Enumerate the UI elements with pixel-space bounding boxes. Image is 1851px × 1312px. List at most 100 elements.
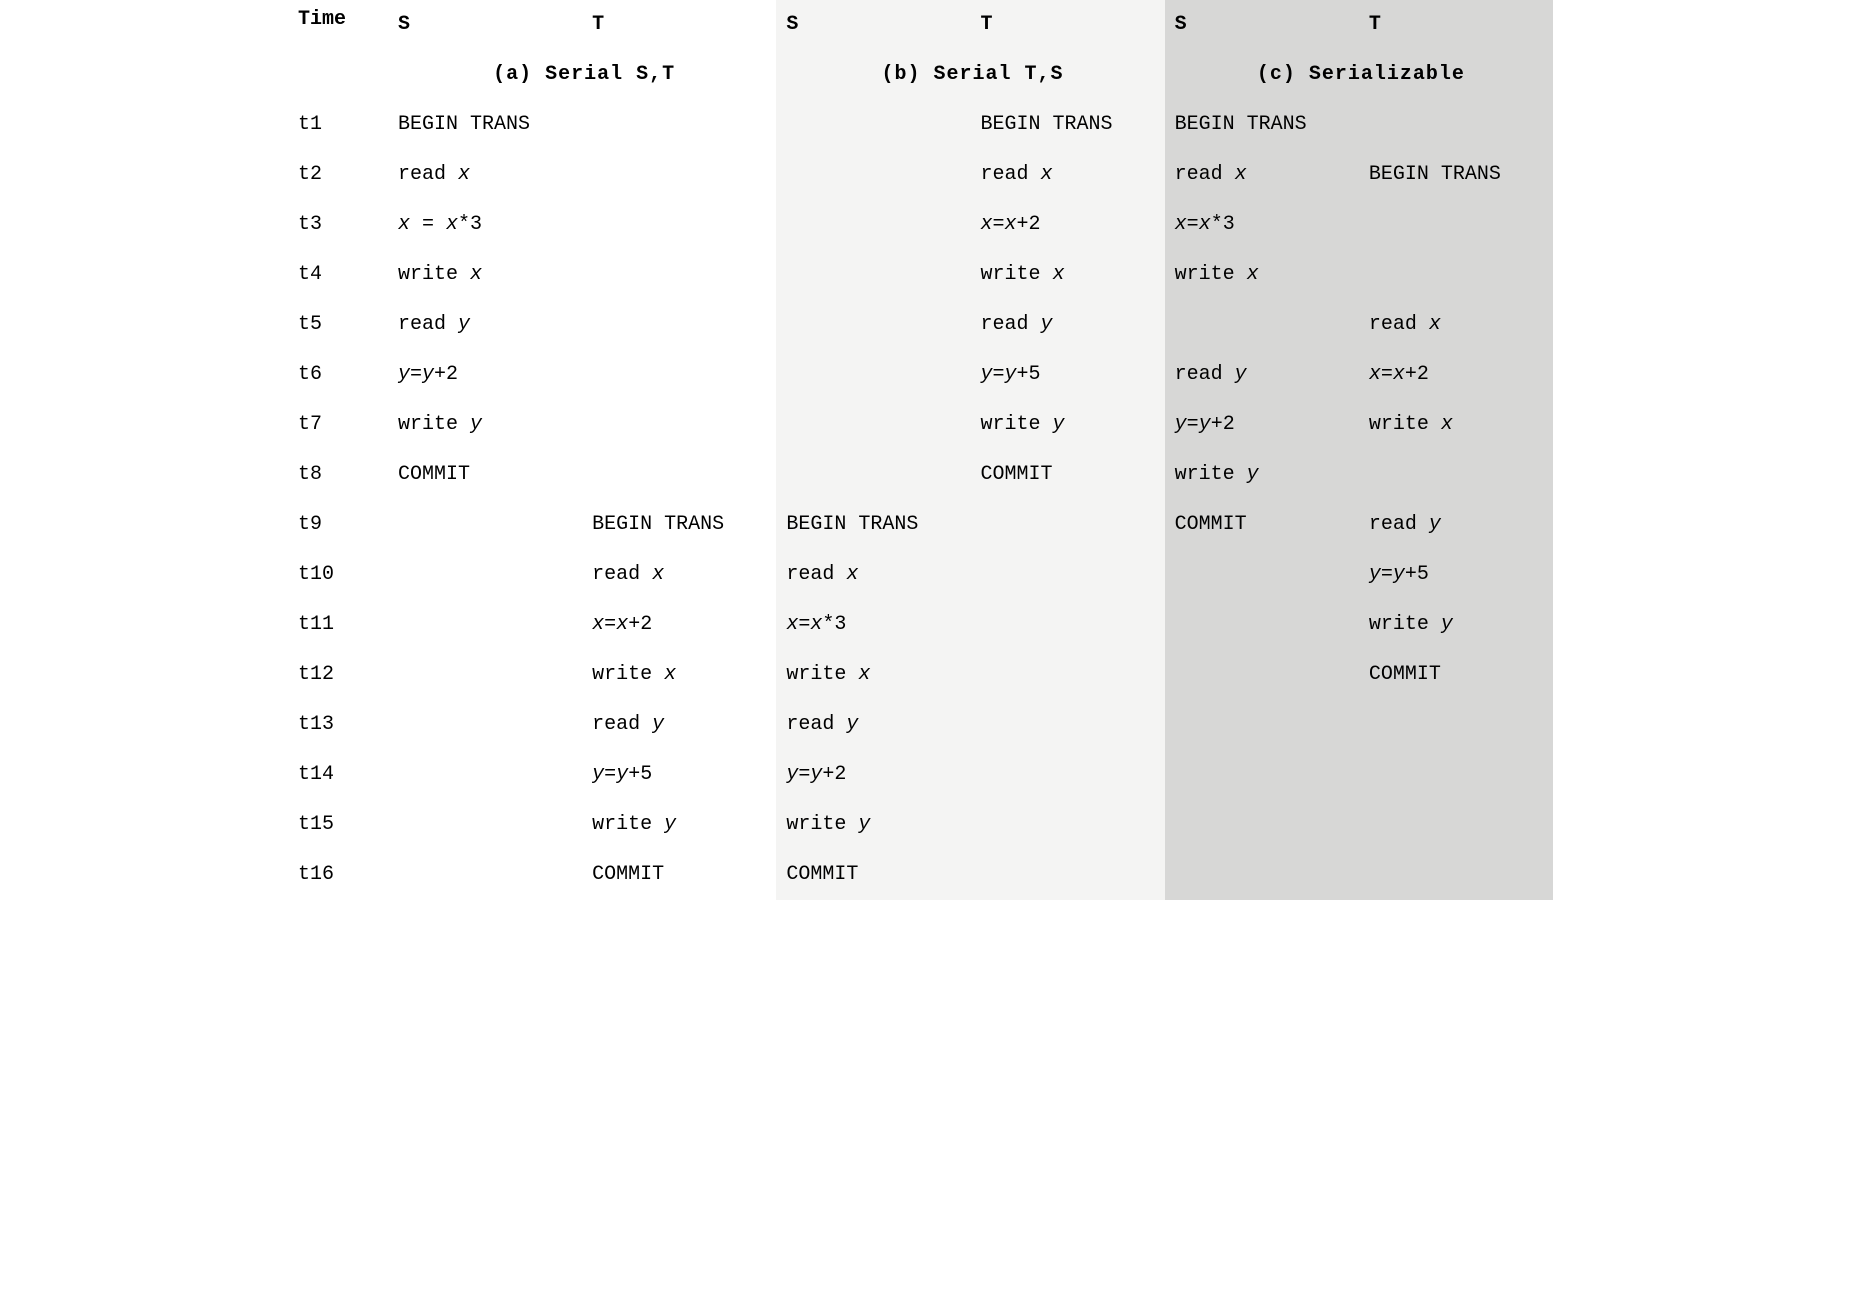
op-c-s (1165, 850, 1359, 900)
op-c-t: write x (1359, 400, 1553, 450)
panel-b-row: COMMIT (776, 450, 1164, 500)
op-b-s (776, 250, 970, 300)
panel-c-row: read y x=x+2 (1165, 350, 1553, 400)
panel-b-row: y=y+5 (776, 350, 1164, 400)
op-b-t: COMMIT (970, 450, 1164, 500)
time-step: t2 (298, 150, 388, 200)
op-b-s (776, 350, 970, 400)
panel-a-row: read y (388, 700, 776, 750)
panel-c-row (1165, 850, 1553, 900)
panel-b-row: BEGIN TRANS (776, 500, 1164, 550)
panel-c-row: read x (1165, 300, 1553, 350)
op-a-s: read x (388, 150, 582, 200)
header-b-t: T (970, 0, 1164, 50)
op-c-s: read x (1165, 150, 1359, 200)
time-step: t15 (298, 800, 388, 850)
op-a-s: write y (388, 400, 582, 450)
op-c-t (1359, 200, 1553, 250)
time-step: t11 (298, 600, 388, 650)
panel-a-row: y=y+5 (388, 750, 776, 800)
panel-c-header: S T (1165, 0, 1553, 50)
op-a-t: x=x+2 (582, 600, 776, 650)
op-c-t (1359, 100, 1553, 150)
panel-c-caption-wrap: (c) Serializable (1165, 50, 1553, 100)
op-b-s (776, 300, 970, 350)
op-a-t (582, 200, 776, 250)
panel-b-header: S T (776, 0, 1164, 50)
op-c-s (1165, 750, 1359, 800)
op-b-t (970, 750, 1164, 800)
op-b-s: y=y+2 (776, 750, 970, 800)
op-a-s: x = x*3 (388, 200, 582, 250)
panel-b-row: write y (776, 800, 1164, 850)
op-c-s (1165, 600, 1359, 650)
time-step: t7 (298, 400, 388, 450)
op-a-s (388, 850, 582, 900)
panel-c-row: BEGIN TRANS (1165, 100, 1553, 150)
panel-b-row: read x (776, 150, 1164, 200)
op-a-t (582, 250, 776, 300)
op-a-t: read y (582, 700, 776, 750)
panel-b-row: write x (776, 250, 1164, 300)
op-a-t: read x (582, 550, 776, 600)
op-c-s: read y (1165, 350, 1359, 400)
op-b-t: x=x+2 (970, 200, 1164, 250)
panel-a-row: y=y+2 (388, 350, 776, 400)
panel-a-row: read x (388, 550, 776, 600)
time-step: t13 (298, 700, 388, 750)
op-c-s (1165, 650, 1359, 700)
op-c-s (1165, 550, 1359, 600)
op-c-s: BEGIN TRANS (1165, 100, 1359, 150)
op-a-s (388, 750, 582, 800)
time-step: t16 (298, 850, 388, 900)
op-b-s (776, 400, 970, 450)
op-b-t: write y (970, 400, 1164, 450)
op-c-t: write y (1359, 600, 1553, 650)
header-c-t: T (1359, 0, 1553, 50)
op-b-t (970, 500, 1164, 550)
panel-a-row: write x (388, 250, 776, 300)
op-b-t (970, 850, 1164, 900)
op-a-s (388, 500, 582, 550)
op-a-s: read y (388, 300, 582, 350)
op-c-s: x=x*3 (1165, 200, 1359, 250)
op-a-t: write x (582, 650, 776, 700)
panel-b-row: BEGIN TRANS (776, 100, 1164, 150)
header-a-t: T (582, 0, 776, 50)
op-b-t (970, 550, 1164, 600)
op-c-s: y=y+2 (1165, 400, 1359, 450)
op-b-t (970, 650, 1164, 700)
op-c-t (1359, 450, 1553, 500)
panel-c-row: read x BEGIN TRANS (1165, 150, 1553, 200)
op-a-t (582, 150, 776, 200)
schedule-table: Time S T S T S T (a) Serial S,T (b) Seri… (298, 0, 1553, 900)
op-c-t (1359, 700, 1553, 750)
panel-c-row (1165, 800, 1553, 850)
op-b-s: COMMIT (776, 850, 970, 900)
panel-c-row: write y (1165, 600, 1553, 650)
op-a-s (388, 800, 582, 850)
panel-b-row: read y (776, 700, 1164, 750)
op-a-s: y=y+2 (388, 350, 582, 400)
panel-b-row: x=x+2 (776, 200, 1164, 250)
time-step: t1 (298, 100, 388, 150)
panel-a-row: write y (388, 400, 776, 450)
panel-b-row: y=y+2 (776, 750, 1164, 800)
op-b-t (970, 700, 1164, 750)
op-c-s (1165, 800, 1359, 850)
op-a-t: COMMIT (582, 850, 776, 900)
time-step: t9 (298, 500, 388, 550)
op-b-s (776, 200, 970, 250)
op-b-s: read x (776, 550, 970, 600)
op-b-t (970, 600, 1164, 650)
panel-c-row: y=y+5 (1165, 550, 1553, 600)
op-b-s (776, 450, 970, 500)
op-a-s: write x (388, 250, 582, 300)
op-c-t: x=x+2 (1359, 350, 1553, 400)
panel-b-caption-wrap: (b) Serial T,S (776, 50, 1164, 100)
op-c-t: BEGIN TRANS (1359, 150, 1553, 200)
panel-c-row: COMMIT read y (1165, 500, 1553, 550)
op-c-t: read y (1359, 500, 1553, 550)
panel-c-row (1165, 750, 1553, 800)
panel-a-row: BEGIN TRANS (388, 500, 776, 550)
